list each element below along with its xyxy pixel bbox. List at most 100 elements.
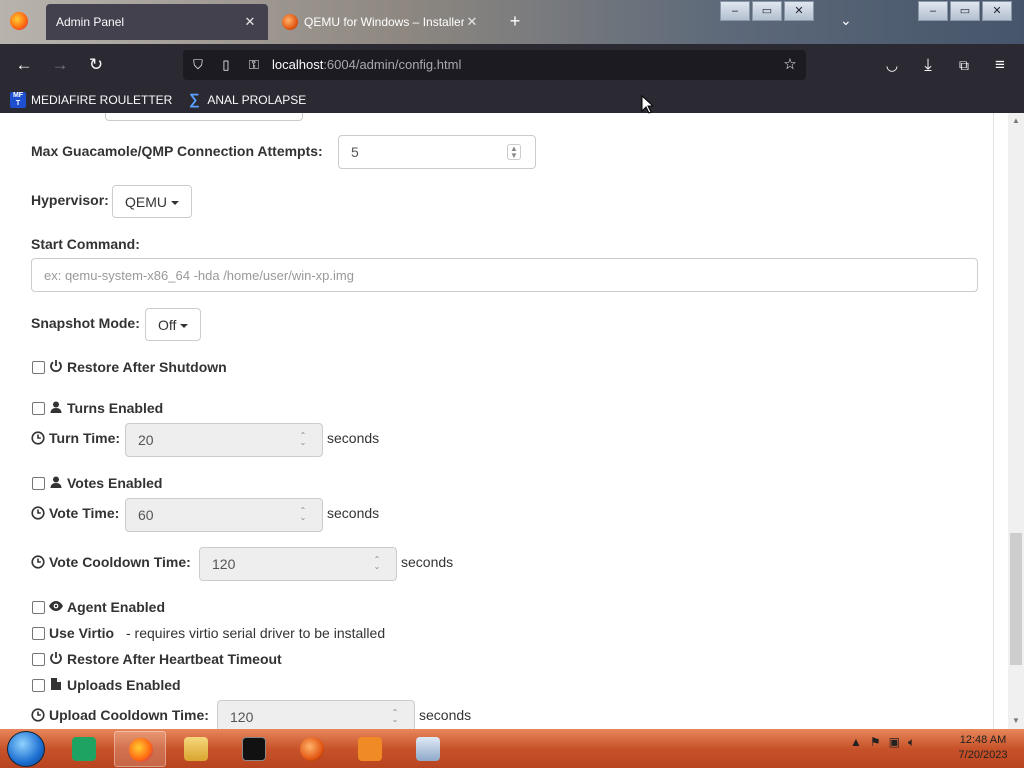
taskbar-explorer[interactable] — [170, 731, 222, 767]
bookmark-mediafire[interactable]: MF T MEDIAFIRE ROULETTER — [10, 91, 172, 108]
scrollbar-thumb[interactable] — [1010, 533, 1022, 665]
snapshot-mode-value: Off — [158, 317, 177, 333]
taskbar-cmd[interactable] — [228, 731, 280, 767]
votes-enabled-checkbox[interactable] — [32, 477, 45, 490]
partially-visible-field[interactable] — [105, 113, 303, 121]
spinner-icon[interactable]: ⌃ ⌄ — [298, 432, 308, 448]
taskbar-java[interactable] — [344, 731, 396, 767]
taskbar-sheets[interactable] — [58, 731, 110, 767]
start-button[interactable] — [7, 731, 45, 767]
key-icon[interactable]: ⚿ — [245, 56, 263, 74]
taskbar-firefox[interactable] — [114, 731, 166, 767]
mediafire-icon: MF T — [10, 91, 26, 108]
maximize-icon[interactable]: ▭ — [752, 1, 782, 21]
spinner-icon[interactable]: ▲ ▼ — [507, 144, 521, 160]
votes-enabled-label: Votes Enabled — [67, 475, 163, 491]
restore-after-heartbeat-checkbox[interactable] — [32, 653, 45, 666]
clock-icon — [31, 555, 45, 569]
start-command-label: Start Command: — [31, 236, 140, 252]
close-icon[interactable]: ✕ — [982, 1, 1012, 21]
start-command-input[interactable]: ex: qemu-system-x86_64 -hda /home/user/w… — [31, 258, 978, 292]
bookmark-second[interactable]: ∑ ANAL PROLAPSE — [186, 90, 306, 108]
taskbar-clock[interactable]: 12:48 AM 7/20/2023 — [948, 733, 1018, 763]
uploads-enabled-checkbox[interactable] — [32, 679, 45, 692]
maximize-icon[interactable]: ▭ — [950, 1, 980, 21]
back-arrow-icon[interactable]: ← — [11, 53, 37, 77]
restore-after-shutdown-checkbox[interactable] — [32, 361, 45, 374]
snapshot-mode-dropdown[interactable]: Off — [145, 308, 202, 341]
folder-icon — [184, 737, 208, 761]
reload-icon[interactable]: ↻ — [83, 53, 109, 77]
vote-cooldown-input[interactable]: 120 ⌃ ⌄ — [199, 547, 397, 581]
tab-qemu-installers[interactable]: QEMU for Windows – Installers ✕ — [272, 4, 490, 40]
spreadsheet-icon — [72, 737, 96, 761]
qemu-favicon-icon — [282, 14, 298, 30]
turns-enabled-checkbox[interactable] — [32, 402, 45, 415]
tab-admin-panel[interactable]: Admin Panel ✕ — [46, 4, 268, 40]
page-icon[interactable]: ▯ — [217, 56, 235, 74]
hypervisor-label: Hypervisor: — [31, 192, 109, 208]
max-attempts-input[interactable]: 5 ▲ ▼ — [338, 135, 536, 169]
firefox-icon[interactable] — [10, 12, 28, 30]
vertical-scrollbar[interactable]: ▲ ▼ — [1008, 113, 1024, 729]
forward-arrow-icon[interactable]: → — [47, 53, 73, 77]
extensions-icon[interactable]: ⧉ — [951, 53, 977, 77]
start-command-placeholder: ex: qemu-system-x86_64 -hda /home/user/w… — [44, 268, 354, 283]
url-path: :6004/admin/config.html — [323, 57, 462, 72]
spinner-icon[interactable]: ⌃ ⌄ — [298, 507, 308, 523]
eye-icon — [49, 601, 63, 611]
minimize-icon[interactable]: – — [720, 1, 750, 21]
spinner-icon[interactable]: ⌃ ⌄ — [390, 709, 400, 725]
caret-down-icon — [180, 324, 189, 329]
spinner-icon[interactable]: ⌃ ⌄ — [372, 556, 382, 572]
hypervisor-value: QEMU — [125, 194, 167, 210]
flag-icon[interactable]: ⚑ — [870, 735, 881, 750]
close-icon[interactable]: ✕ — [784, 1, 814, 21]
seconds-unit: seconds — [401, 554, 454, 570]
user-icon — [50, 401, 62, 413]
uploads-enabled-label: Uploads Enabled — [67, 677, 181, 693]
use-virtio-note: - requires virtio serial driver to be in… — [126, 625, 386, 641]
menu-hamburger-icon[interactable]: ≡ — [987, 53, 1013, 77]
sigma-icon: ∑ — [189, 90, 200, 108]
network-icon[interactable]: ▣ — [889, 735, 900, 750]
upload-cooldown-input[interactable]: 120 ⌃ ⌄ — [217, 700, 415, 729]
taskbar-control-panel[interactable] — [402, 731, 454, 767]
vm-window-controls: – ▭ ✕ — [720, 1, 816, 21]
agent-enabled-label: Agent Enabled — [67, 599, 166, 615]
bookmark-star-icon[interactable]: ☆ — [781, 56, 799, 74]
qemu-icon — [300, 737, 324, 761]
restore-after-shutdown-label: Restore After Shutdown — [67, 359, 227, 375]
url-text[interactable]: localhost:6004/admin/config.html — [272, 57, 461, 72]
vote-cooldown-value: 120 — [212, 556, 236, 572]
restore-after-heartbeat-label: Restore After Heartbeat Timeout — [67, 651, 282, 667]
new-tab-plus-icon[interactable]: + — [504, 10, 526, 32]
close-icon[interactable]: ✕ — [464, 14, 480, 30]
agent-enabled-checkbox[interactable] — [32, 601, 45, 614]
taskbar-qemu[interactable] — [286, 731, 338, 767]
hypervisor-dropdown[interactable]: QEMU — [112, 185, 192, 218]
address-bar[interactable]: ⛉ ▯ ⚿ localhost:6004/admin/config.html ☆ — [183, 50, 806, 80]
power-icon — [50, 652, 62, 665]
bookmarks-toolbar: MF T MEDIAFIRE ROULETTER ∑ ANAL PROLAPSE — [0, 86, 1024, 113]
chevron-down-icon[interactable]: ⌄ — [840, 12, 852, 29]
scroll-up-icon[interactable]: ▲ — [1012, 116, 1020, 125]
use-virtio-checkbox[interactable] — [32, 627, 45, 640]
scroll-down-icon[interactable]: ▼ — [1012, 716, 1020, 725]
close-icon[interactable]: ✕ — [242, 14, 258, 30]
page-content: Max Guacamole/QMP Connection Attempts: 5… — [0, 113, 1008, 729]
pocket-icon[interactable]: ◡ — [879, 53, 905, 77]
volume-icon[interactable]: 🔈︎ — [908, 735, 915, 750]
file-icon — [51, 678, 61, 690]
clock-icon — [31, 708, 45, 722]
seconds-unit: seconds — [327, 505, 380, 521]
show-hidden-icons-icon[interactable]: ▲ — [850, 735, 862, 750]
vote-time-input[interactable]: 60 ⌃ ⌄ — [125, 498, 323, 532]
download-icon[interactable]: ⤓ — [915, 53, 941, 77]
turn-time-input[interactable]: 20 ⌃ ⌄ — [125, 423, 323, 457]
clock-icon — [31, 431, 45, 445]
caret-down-icon — [171, 201, 179, 206]
seconds-unit: seconds — [419, 707, 472, 723]
minimize-icon[interactable]: – — [918, 1, 948, 21]
shield-icon[interactable]: ⛉ — [189, 56, 207, 74]
